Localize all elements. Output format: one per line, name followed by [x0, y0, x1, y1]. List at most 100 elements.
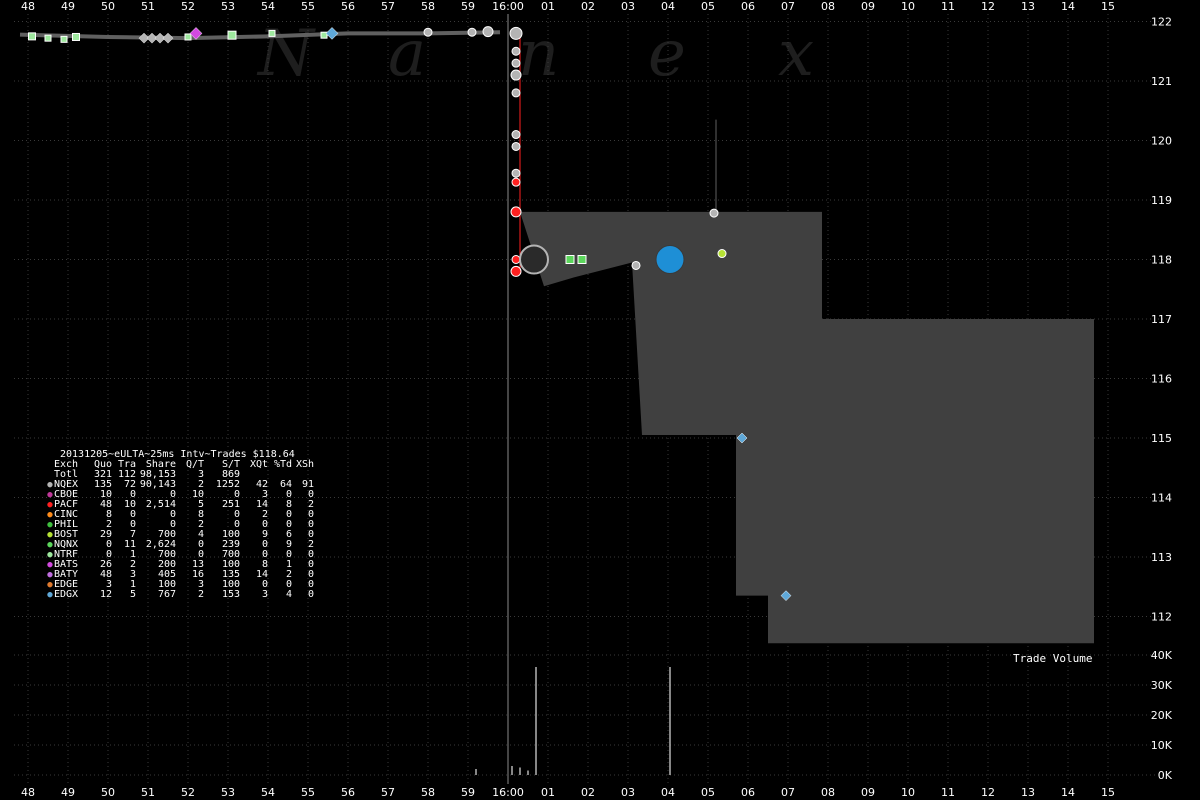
price-tick-label: 121: [1151, 75, 1172, 88]
exchange-dot-icon: ●: [47, 580, 53, 590]
stats-cell: 0: [307, 589, 314, 600]
trade-marker-circle: [631, 260, 641, 270]
trade-marker-square: [565, 255, 575, 264]
stats-row: ● NQNX 0 11 2,624 0 239 0 9 2: [46, 540, 314, 551]
stats-cell: 3: [261, 589, 268, 600]
x-tick-label: 08: [821, 0, 835, 13]
trade-marker-square: [44, 34, 52, 42]
x-axis-bottom-ticks: 48 49 50 51 52 53 54 55 56 57 58 59 16:00 01 02 03 04 05 0…: [21, 786, 1115, 799]
watermark-letter: N: [256, 17, 316, 91]
stats-row: Totl 321 112 98,153 3 869: [46, 470, 314, 480]
stats-cell: 153: [221, 589, 240, 600]
trade-marker-square: [577, 255, 587, 264]
exchange-dot-icon: ●: [47, 510, 53, 520]
trade-marker-square: [184, 33, 192, 41]
x-tick-label: 57: [381, 0, 395, 13]
x-tick-label: 13: [1021, 0, 1035, 13]
stats-cell: 5: [129, 589, 136, 600]
x-tick-label: 52: [181, 786, 195, 799]
price-tick-label: 122: [1151, 16, 1172, 29]
trade-marker-diamond: [162, 32, 174, 44]
stats-header-cell: %Td: [273, 459, 292, 470]
trade-marker-circle: [511, 130, 521, 140]
exchange-dot-icon: ●: [47, 590, 53, 600]
x-tick-label: 54: [261, 0, 275, 13]
x-tick-label: 10: [901, 786, 915, 799]
x-tick-label: 16:00: [492, 0, 524, 13]
volume-axis-label: Trade Volume: [1013, 652, 1093, 665]
stats-header-cell: XSh: [295, 459, 314, 470]
x-tick-label: 02: [581, 0, 595, 13]
price-tick-label: 115: [1151, 432, 1172, 445]
x-tick-label: 12: [981, 786, 995, 799]
watermark-letter: a: [388, 17, 426, 91]
stats-row: ● BOST 29 7 700 4 100 9 6 0: [46, 530, 314, 541]
x-tick-label: 04: [661, 786, 675, 799]
trade-marker-circle: [511, 177, 521, 187]
nbbo-area: [520, 211, 1094, 644]
x-tick-label: 07: [781, 0, 795, 13]
x-tick-label: 01: [541, 0, 555, 13]
stats-row: ● NTRF 0 1 700 0 700 0 0 0: [46, 550, 314, 561]
x-tick-label: 52: [181, 0, 195, 13]
x-tick-label: 56: [341, 0, 355, 13]
price-tick-label: 113: [1151, 551, 1172, 564]
exchange-dot-icon: ●: [47, 540, 53, 550]
volume-tick-label: 30K: [1151, 679, 1173, 692]
trade-marker-circle: [511, 168, 521, 178]
x-tick-label: 56: [341, 786, 355, 799]
trade-marker-circle: [511, 58, 521, 68]
exchange-dot-icon: ●: [47, 500, 53, 510]
stats-row: ● PHIL 2 0 0 2 0 0 0 0: [46, 520, 314, 531]
stats-cell: 2: [197, 589, 204, 600]
x-tick-label: 55: [301, 0, 315, 13]
trade-marker-circle: [511, 255, 521, 264]
trade-marker-square: [227, 30, 237, 40]
x-tick-label: 51: [141, 786, 155, 799]
trade-marker-square: [72, 32, 80, 41]
volume-tick-label: 10K: [1151, 739, 1173, 752]
exchange-dot-icon: ●: [47, 490, 53, 500]
tick-chart: Nanex 48 49 50 51 52 53 54 55 56 57 58 59 16:00 01 02 0…: [14, 0, 1173, 799]
watermark-letter: n: [518, 17, 559, 91]
volume-axis-ticks: 40K 30K 20K 10K 0K: [1151, 649, 1173, 782]
x-tick-label: 14: [1061, 0, 1075, 13]
x-tick-label: 15: [1101, 786, 1115, 799]
stats-row: ● EDGX 12 5 767 2 153 3 4 0: [46, 589, 314, 601]
x-tick-label: 53: [221, 0, 235, 13]
x-tick-label: 16:00: [492, 786, 524, 799]
exchange-dot-icon: ●: [47, 530, 53, 540]
x-tick-label: 12: [981, 0, 995, 13]
x-tick-label: 06: [741, 786, 755, 799]
price-lines: [19, 14, 717, 784]
trade-marker-circle: [509, 26, 523, 40]
stats-panel: 20131205~eULTA~25ms Intv~Trades $118.64 …: [46, 450, 314, 601]
price-tick-label: 112: [1151, 611, 1172, 624]
x-tick-label: 55: [301, 786, 315, 799]
trade-marker-circle: [655, 245, 685, 274]
price-tick-label: 120: [1151, 135, 1172, 148]
x-tick-label: 07: [781, 786, 795, 799]
x-tick-label: 59: [461, 786, 475, 799]
trade-marker-diamond: [325, 27, 339, 40]
stats-cell: 4: [285, 589, 292, 600]
trade-marker-circle: [510, 69, 522, 81]
x-tick-label: 09: [861, 786, 875, 799]
stats-row: ● EDGE 3 1 100 3 100 0 0 0: [46, 580, 314, 591]
x-tick-label: 08: [821, 786, 835, 799]
x-tick-label: 50: [101, 0, 115, 13]
x-tick-label: 49: [61, 786, 75, 799]
price-tick-label: 114: [1151, 492, 1172, 505]
x-tick-label: 06: [741, 0, 755, 13]
trade-marker-circle: [519, 244, 549, 275]
x-tick-label: 03: [621, 786, 635, 799]
x-tick-label: 51: [141, 0, 155, 13]
x-tick-label: 10: [901, 0, 915, 13]
stats-cell: 12: [99, 589, 112, 600]
watermark-letter: x: [778, 17, 814, 91]
volume-tick-label: 20K: [1151, 709, 1173, 722]
x-tick-label: 02: [581, 786, 595, 799]
trade-marker-square: [60, 35, 68, 43]
x-tick-label: 57: [381, 786, 395, 799]
trade-marker-square: [28, 32, 36, 41]
